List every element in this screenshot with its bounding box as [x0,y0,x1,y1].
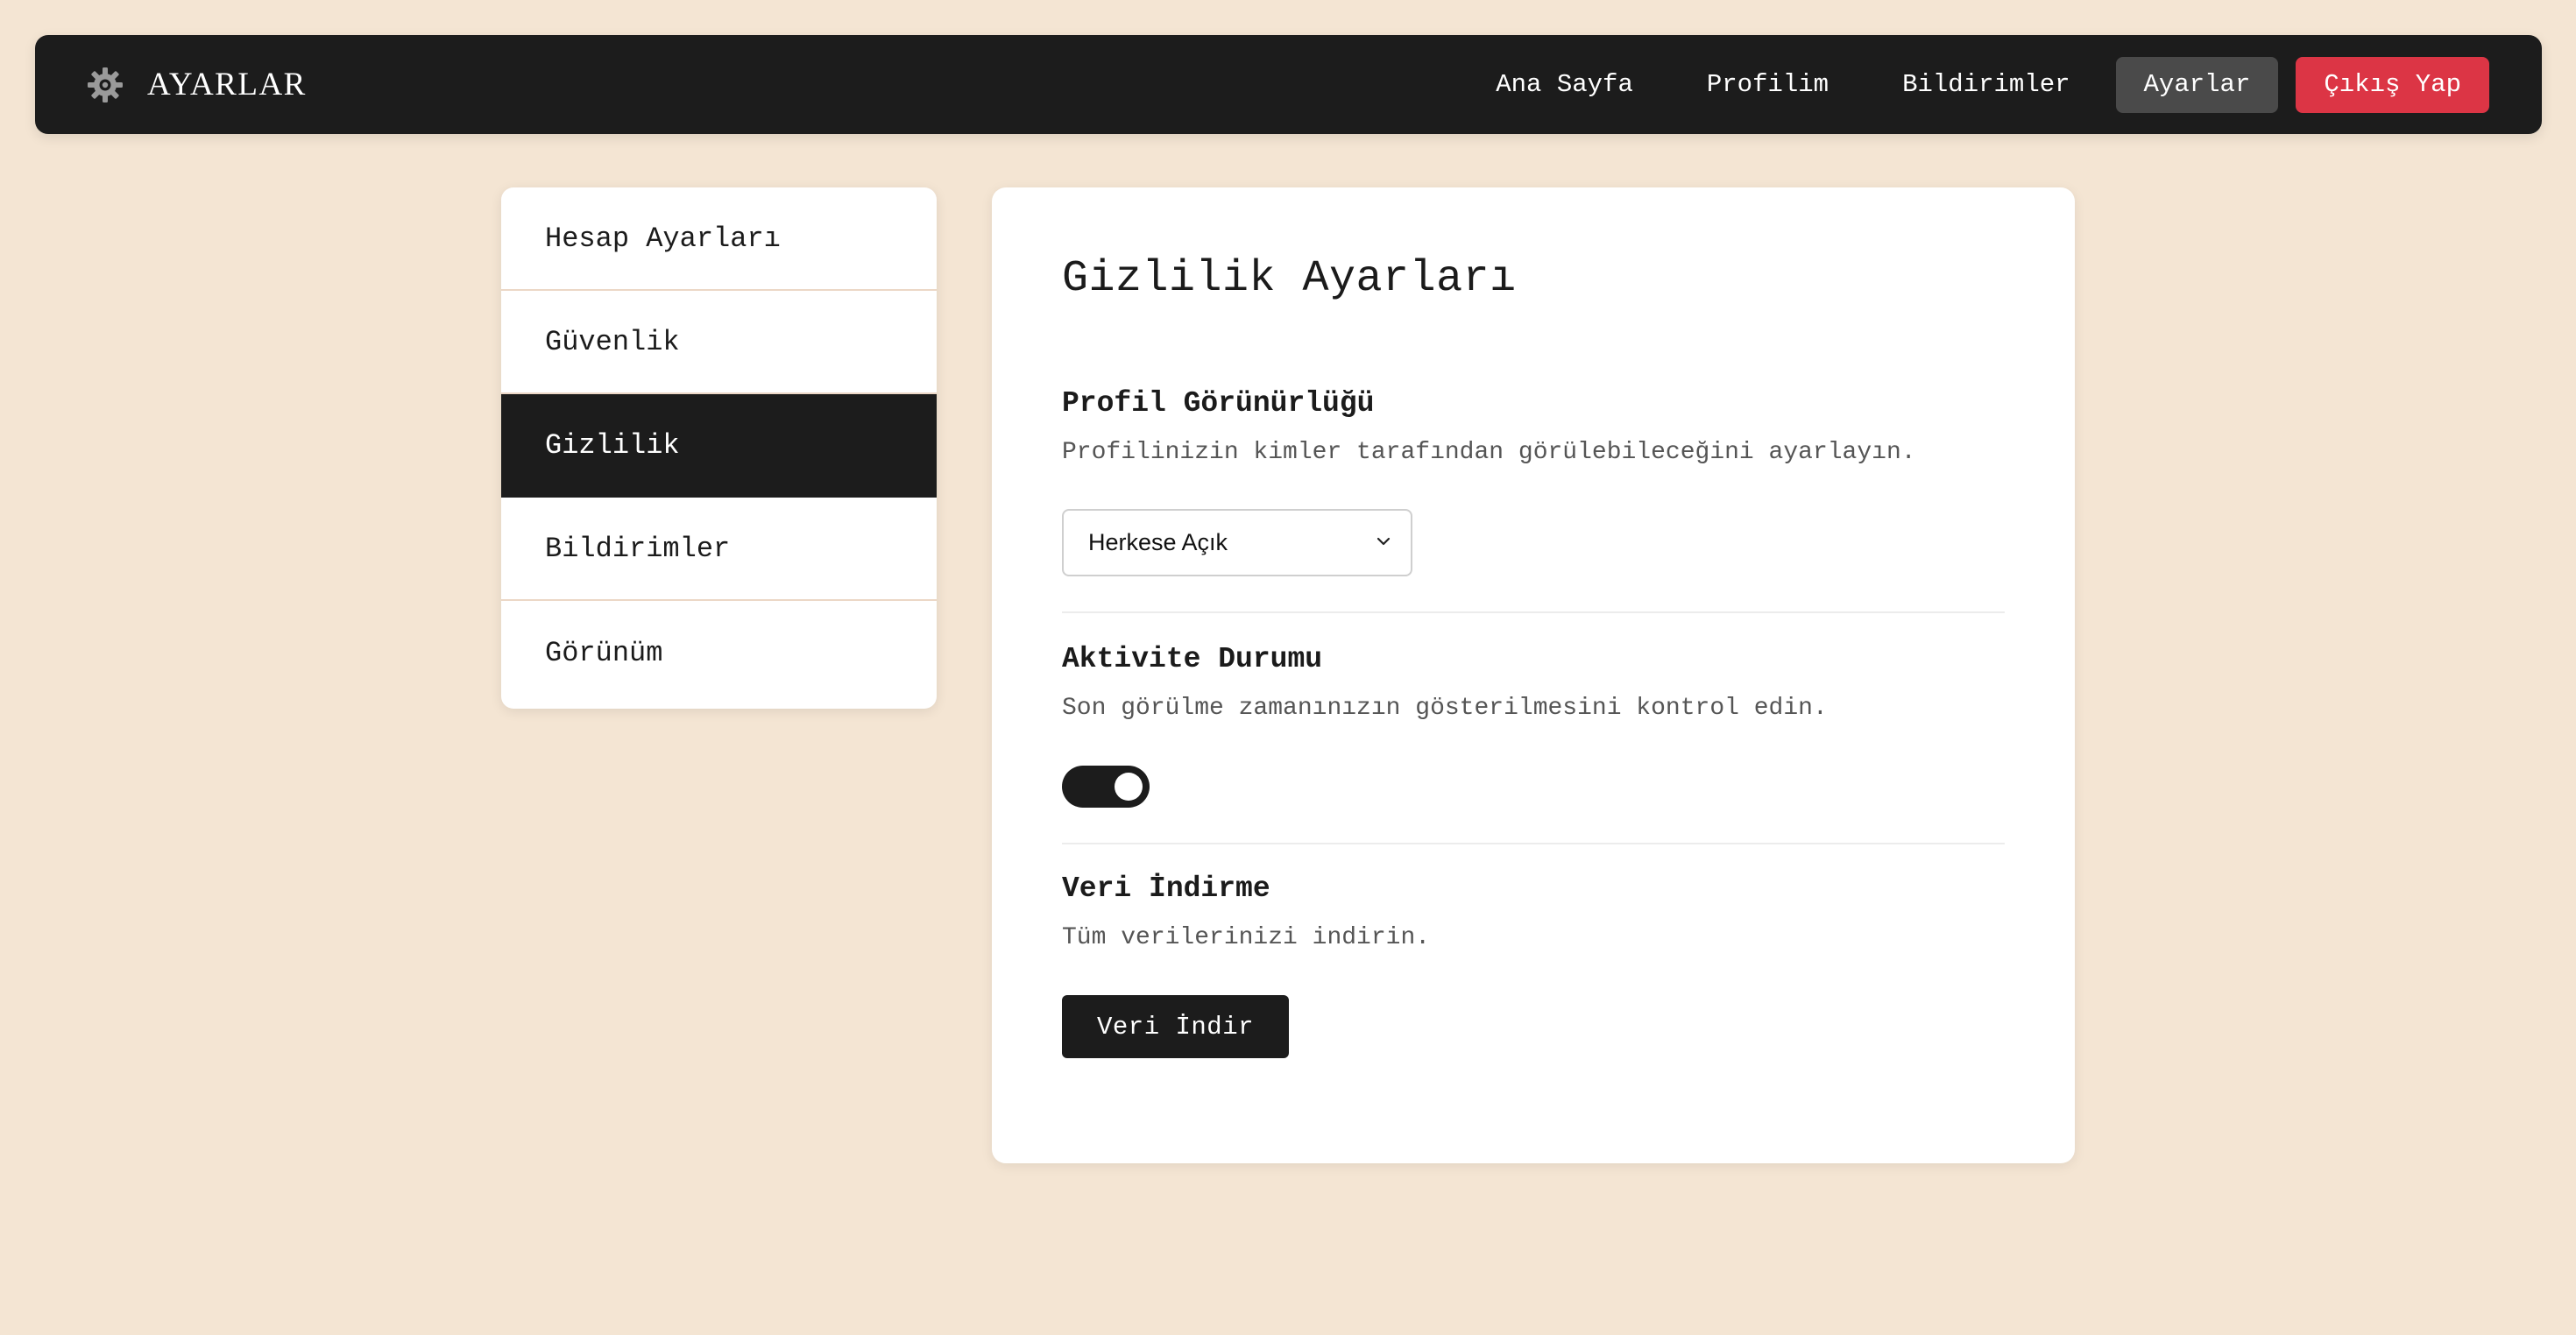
top-navbar: AYARLAR Ana Sayfa Profilim Bildirimler A… [35,35,2542,134]
data-download-description: Tüm verilerinizi indirin. [1062,924,1431,951]
nav-link-home[interactable]: Ana Sayfa [1468,57,1661,113]
section-divider [1062,611,2005,613]
chevron-down-icon [1376,537,1391,546]
sidebar-item-appearance[interactable]: Görünüm [501,601,937,704]
gear-icon [86,66,124,104]
nav-link-profile[interactable]: Profilim [1679,57,1857,113]
nav-links: Ana Sayfa Profilim Bildirimler Ayarlar Ç… [1450,35,2489,134]
sidebar-item-account[interactable]: Hesap Ayarları [501,187,937,291]
activity-status-section: Aktivite Durumu Son görülme zamanınızın … [1062,643,2005,722]
data-download-title: Veri İndirme [1062,872,1270,905]
brand: AYARLAR [86,35,307,134]
profile-visibility-description: Profilinizin kimler tarafından görülebil… [1062,439,1916,466]
page-title: Gizlilik Ayarları [1062,254,1517,304]
app-title: AYARLAR [147,67,307,102]
activity-status-toggle[interactable] [1062,766,1150,808]
activity-status-title: Aktivite Durumu [1062,643,1323,675]
privacy-settings-panel: Gizlilik Ayarları Profil Görünürlüğü Pro… [992,187,2075,1163]
sidebar-item-security[interactable]: Güvenlik [501,291,937,394]
settings-sidebar: Hesap Ayarları Güvenlik Gizlilik Bildiri… [501,187,937,709]
logout-button[interactable]: Çıkış Yap [2296,56,2489,113]
sidebar-item-notifications[interactable]: Bildirimler [501,498,937,601]
profile-visibility-selected-value: Herkese Açık [1088,529,1228,555]
sidebar-item-privacy[interactable]: Gizlilik [501,394,937,498]
profile-visibility-section: Profil Görünürlüğü Profilinizin kimler t… [1062,387,2005,466]
profile-visibility-title: Profil Görünürlüğü [1062,387,1375,420]
section-divider [1062,843,2005,844]
download-data-button[interactable]: Veri İndir [1062,995,1289,1058]
nav-link-settings[interactable]: Ayarlar [2115,56,2279,113]
data-download-section: Veri İndirme Tüm verilerinizi indirin. [1062,872,2005,951]
toggle-knob [1115,773,1143,801]
nav-link-notifications[interactable]: Bildirimler [1874,57,2098,113]
profile-visibility-select[interactable]: Herkese Açık [1062,509,1412,576]
activity-status-description: Son görülme zamanınızın gösterilmesini k… [1062,695,1828,722]
